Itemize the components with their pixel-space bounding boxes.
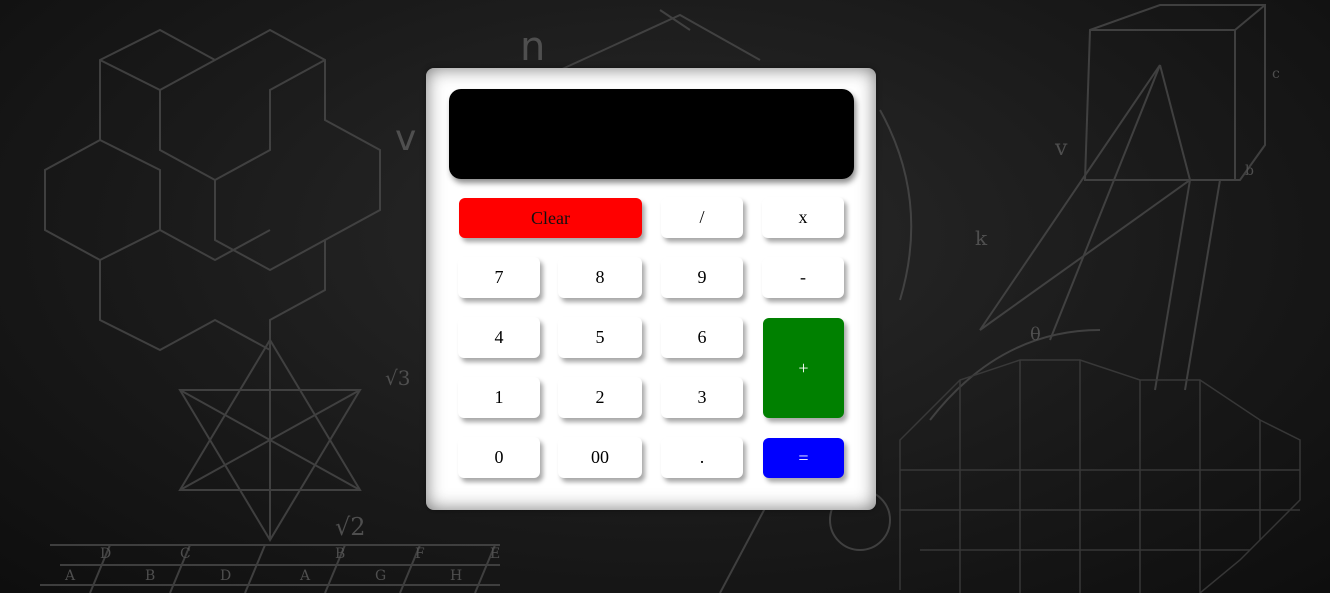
- key-3-button[interactable]: 3: [661, 377, 743, 418]
- svg-text:b: b: [1245, 163, 1254, 179]
- divide-button[interactable]: /: [661, 197, 743, 238]
- multiply-button[interactable]: x: [762, 197, 844, 238]
- svg-text:C: C: [180, 546, 191, 562]
- svg-text:v: v: [1054, 136, 1068, 161]
- svg-text:n: n: [520, 24, 545, 70]
- equals-button[interactable]: =: [763, 438, 844, 478]
- key-4-button[interactable]: 4: [458, 317, 540, 358]
- calculator-panel: Clear / x 7 8 9 - 4 5 6 + 1 2 3 0 00 . =: [426, 68, 876, 510]
- svg-text:D: D: [100, 546, 111, 562]
- key-00-button[interactable]: 00: [558, 437, 642, 478]
- svg-text:F: F: [415, 546, 425, 562]
- svg-text:√3: √3: [385, 366, 410, 390]
- key-0-button[interactable]: 0: [458, 437, 540, 478]
- svg-text:E: E: [490, 546, 500, 562]
- svg-text:G: G: [375, 568, 386, 584]
- key-7-button[interactable]: 7: [458, 257, 540, 298]
- key-5-button[interactable]: 5: [558, 317, 642, 358]
- key-9-button[interactable]: 9: [661, 257, 743, 298]
- key-2-button[interactable]: 2: [558, 377, 642, 418]
- svg-text:k: k: [975, 226, 988, 250]
- key-1-button[interactable]: 1: [458, 377, 540, 418]
- svg-text:D: D: [220, 568, 231, 584]
- key-8-button[interactable]: 8: [558, 257, 642, 298]
- calculator-display: [449, 89, 854, 179]
- svg-text:B: B: [145, 568, 155, 584]
- svg-text:A: A: [299, 568, 311, 584]
- svg-text:v: v: [395, 118, 416, 159]
- plus-button[interactable]: +: [763, 318, 844, 418]
- svg-text:c: c: [1272, 66, 1280, 82]
- decimal-button[interactable]: .: [661, 437, 743, 478]
- svg-text:B: B: [335, 546, 345, 562]
- clear-button[interactable]: Clear: [459, 198, 642, 238]
- svg-text:A: A: [64, 568, 76, 584]
- svg-text:H: H: [450, 568, 462, 584]
- key-6-button[interactable]: 6: [661, 317, 743, 358]
- minus-button[interactable]: -: [762, 257, 844, 298]
- svg-text:θ: θ: [1030, 324, 1041, 345]
- svg-text:√2: √2: [335, 513, 366, 541]
